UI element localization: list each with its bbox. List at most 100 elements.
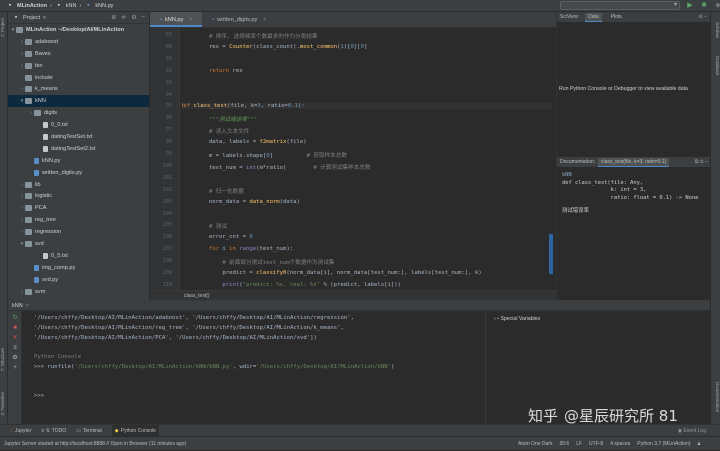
collapse-icon[interactable]: ≑ (121, 14, 126, 21)
sciview-header: SciView: Data Plots ⚙ – (557, 12, 710, 22)
tree-item[interactable]: svd.py (8, 274, 149, 286)
pin-icon[interactable]: ⧉ ⚙ – (695, 159, 711, 165)
nav-folder[interactable]: kNN (66, 3, 77, 9)
code-line[interactable]: data, labels = f2matrix(file) (182, 139, 307, 145)
code-line[interactable]: for i in range(test_num): (182, 246, 293, 252)
status-message[interactable]: Jupyter Server started at http://localho… (4, 441, 186, 447)
line-separator[interactable]: LF (576, 441, 582, 447)
close-console-icon[interactable]: ✕ (11, 335, 19, 342)
gear-icon[interactable]: ⚙ (131, 14, 136, 21)
code-area[interactable]: # 排序, 选择频率个数最多的作为分类结果 res = Counter(clas… (182, 28, 552, 290)
tab-python-console[interactable]: ◆ Python Console (111, 424, 159, 437)
tree-item[interactable]: › lib (8, 179, 149, 191)
code-line[interactable]: # 前面部分测试test_num个数据作为测试集 (182, 258, 334, 266)
line-number: 103 (162, 198, 172, 205)
tree-item[interactable]: › reg_tree (8, 214, 149, 226)
cursor-position[interactable]: 95:6 (559, 441, 569, 447)
tree-item[interactable]: datingTestSet.txt (8, 131, 149, 143)
project-panel-title[interactable]: Project (23, 15, 40, 21)
structure-tool-tab[interactable]: 7: Structure (0, 348, 8, 371)
breadcrumb-item[interactable]: class_test() (184, 293, 210, 299)
code-line[interactable]: # 排序, 选择频率个数最多的作为分类结果 (182, 32, 318, 40)
tree-item[interactable]: ▾ svd (8, 238, 149, 250)
tree-item[interactable]: › regression (8, 226, 149, 238)
tree-item[interactable]: 0_0.txt (8, 119, 149, 131)
tree-item[interactable]: › k_means (8, 83, 149, 95)
editor-tab[interactable]: ▪ kNN.py × (150, 12, 203, 27)
python-file-icon: ▪ (160, 16, 162, 23)
tree-item[interactable]: include (8, 72, 149, 84)
close-icon[interactable]: × (189, 17, 192, 23)
list-icon: ≡ (41, 427, 45, 434)
add-console-icon[interactable]: + (11, 365, 19, 372)
code-line[interactable]: res = Counter(class_count).most_common(1… (182, 44, 367, 50)
gear-icon[interactable]: ⚙ (11, 355, 19, 362)
tab-terminal[interactable]: ▭ Terminal (76, 428, 102, 434)
favorites-tool-tab[interactable]: 2: Favorites (0, 392, 8, 416)
documentation-tab[interactable]: class_test(file, k=3, ratio=0.1) (598, 157, 670, 167)
code-line[interactable]: return res (182, 68, 243, 74)
tree-item[interactable]: › digits (8, 107, 149, 119)
indent-setting[interactable]: 4 spaces (610, 441, 630, 447)
debug-icon[interactable]: ✱ (700, 2, 708, 10)
editor-tab[interactable]: ▪ written_digits.py × (202, 12, 276, 27)
editor-scroll-marker[interactable] (549, 234, 553, 274)
code-line[interactable]: """测试错误率""" (182, 115, 257, 123)
stop-icon[interactable]: ■ (11, 325, 19, 332)
console-title[interactable]: kNN (12, 303, 23, 309)
documentation-tool-tab[interactable]: Documentation (712, 382, 720, 412)
tree-item[interactable]: img_comp.py (8, 262, 149, 274)
interpreter[interactable]: Python 3.7 (MLinAction) (637, 441, 690, 447)
tab-jupyter[interactable]: ◌ Jupyter (10, 428, 31, 434)
tree-item[interactable]: datingTestSet2.txt (8, 143, 149, 155)
nav-file[interactable]: kNN.py (95, 3, 113, 9)
line-number: 94 (165, 91, 172, 98)
theme-indicator[interactable]: Atom One Dark (518, 441, 552, 447)
coverage-icon[interactable]: ◈ (714, 2, 720, 10)
tree-item[interactable]: › bin (8, 60, 149, 72)
event-log-button[interactable]: ◉ Event Log (678, 428, 720, 434)
code-line[interactable]: test_num = int(m*ratio) # 计算测试集样本总数 (182, 163, 371, 171)
nav-project[interactable]: MLinAction (17, 3, 47, 9)
folder-icon (25, 229, 32, 236)
code-line[interactable]: def class_test(file, k=3, ratio=0.1): (182, 103, 552, 110)
tree-item[interactable]: 0_5.txt (8, 250, 149, 262)
tree-item[interactable]: ▾ kNN (8, 95, 149, 108)
tab-plots[interactable]: Plots (608, 13, 625, 21)
code-line[interactable]: norm_data = data_norm(data) (182, 199, 300, 205)
run-icon[interactable]: ▶ (686, 2, 694, 10)
close-icon[interactable]: × (263, 17, 266, 23)
tree-item[interactable]: ▾ MLinAction ~/Desktop/AI/MLinAction (8, 24, 149, 36)
code-line[interactable]: # 归一化数据 (182, 187, 244, 195)
tree-item[interactable]: written_digits.py (8, 167, 149, 179)
tree-item[interactable]: › logistic (8, 190, 149, 202)
special-variables-row[interactable]: › ▪ Special Variables (494, 316, 540, 322)
code-line[interactable]: print("predict: %s, real: %s" % (predict… (182, 282, 401, 288)
code-line[interactable]: m = labels.shape[0] # 获取样本总数 (182, 151, 347, 159)
lock-icon[interactable]: 🔒︎ (698, 441, 701, 447)
tab-todo[interactable]: ≡ 6: TODO (41, 428, 66, 434)
folder-icon (25, 62, 32, 69)
run-configuration-select[interactable] (560, 1, 680, 10)
project-tool-tab[interactable]: 1: Project (0, 18, 8, 37)
tree-item[interactable]: › svm (8, 286, 149, 298)
close-icon[interactable]: × (26, 303, 29, 309)
locate-icon[interactable]: ⊕ (111, 14, 116, 21)
code-line[interactable]: error_cnt = 0 (182, 234, 253, 240)
hide-icon[interactable]: – (142, 14, 145, 21)
tree-item[interactable]: kNN.py (8, 155, 149, 167)
chevron-down-icon[interactable]: ▾ (43, 15, 46, 21)
gear-icon[interactable]: ⚙ – (698, 14, 710, 20)
code-line[interactable]: # 测试 (182, 222, 227, 230)
soft-wrap-icon[interactable]: ≡ (11, 345, 19, 352)
tree-item[interactable]: › Baves (8, 48, 149, 60)
rerun-icon[interactable]: ↻ (11, 315, 19, 322)
sciview-tool-tab[interactable]: SciView (712, 22, 720, 38)
code-line[interactable]: predict = classify0(norm_data[i], norm_d… (182, 270, 481, 276)
code-line[interactable]: # 读入文本文件 (182, 127, 249, 135)
tab-data[interactable]: Data (585, 12, 602, 22)
tree-item[interactable]: › adaboost (8, 36, 149, 48)
file-encoding[interactable]: UTF-8 (589, 441, 603, 447)
tree-item[interactable]: › PCA (8, 202, 149, 214)
database-tool-tab[interactable]: Database (712, 56, 720, 75)
